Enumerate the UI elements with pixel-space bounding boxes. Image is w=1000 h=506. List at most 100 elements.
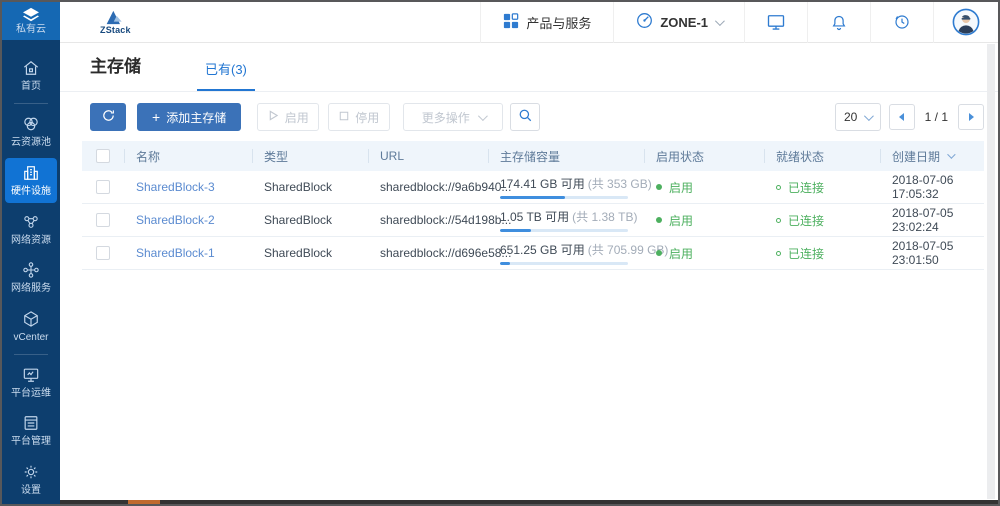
column-header-enable-state[interactable]: 启用状态: [644, 141, 764, 171]
sidebar: 私有云 首页 云资源池: [2, 2, 60, 504]
table-header: 名称 类型 URL 主存储容量 启用状态 就绪状态 创建日期: [82, 141, 984, 171]
sidebar-item-network-resources[interactable]: 网络资源: [2, 206, 60, 253]
storage-url: sharedblock://54d198b...: [368, 213, 488, 227]
sidebar-item-hardware[interactable]: 硬件设施: [5, 158, 57, 203]
created-date: 2018-07-06 17:05:32: [880, 173, 984, 201]
title-row: 主存储 已有(3): [60, 44, 998, 92]
primary-storage-table: 名称 类型 URL 主存储容量 启用状态 就绪状态 创建日期 SharedBlo…: [82, 141, 984, 270]
zone-selector[interactable]: ZONE-1: [614, 2, 744, 42]
disable-button[interactable]: 停用: [328, 103, 390, 131]
chevron-down-icon: [715, 16, 725, 26]
storage-name-link[interactable]: SharedBlock-1: [136, 246, 215, 260]
chevron-down-icon: [864, 111, 874, 121]
sidebar-item-cloud-pool[interactable]: 云资源池: [2, 108, 60, 155]
zone-icon: [636, 12, 653, 32]
status-dot-icon: [656, 184, 662, 190]
capacity-progress-bar: [500, 229, 628, 232]
vertical-scrollbar[interactable]: [987, 44, 995, 499]
history-button[interactable]: [871, 2, 933, 42]
row-checkbox[interactable]: [96, 246, 110, 260]
zstack-logo-text: ZStack: [100, 25, 131, 35]
search-icon: [518, 108, 533, 126]
storage-url: sharedblock://9a6b940...: [368, 180, 488, 194]
enable-button[interactable]: 启用: [257, 103, 319, 131]
row-checkbox[interactable]: [96, 213, 110, 227]
sidebar-item-home[interactable]: 首页: [2, 53, 60, 100]
column-header-type[interactable]: 类型: [252, 141, 368, 171]
console-button[interactable]: [745, 2, 807, 42]
sidebar-divider: [14, 354, 48, 355]
storage-capacity: 1.05 TB 可用(共 1.38 TB): [488, 208, 644, 232]
column-header-created[interactable]: 创建日期: [880, 141, 984, 171]
status-ring-icon: [776, 218, 781, 223]
zone-label: ZONE-1: [660, 15, 708, 30]
sidebar-item-network-services[interactable]: 网络服务: [2, 254, 60, 301]
arrow-right-icon: [969, 113, 974, 121]
enable-status: 启用: [644, 179, 764, 196]
storage-type: SharedBlock: [252, 246, 368, 260]
monitor-icon: [21, 365, 41, 388]
sidebar-divider: [14, 103, 48, 104]
row-checkbox[interactable]: [96, 180, 110, 194]
arrow-left-icon: [899, 113, 904, 121]
storage-name-link[interactable]: SharedBlock-2: [136, 213, 215, 227]
status-ring-icon: [776, 251, 781, 256]
top-bar: ZStack 产品与服务: [60, 2, 998, 43]
user-avatar[interactable]: [934, 2, 998, 42]
page-size-select[interactable]: 20: [835, 103, 881, 131]
column-header-capacity[interactable]: 主存储容量: [488, 141, 644, 171]
select-all-checkbox[interactable]: [96, 149, 110, 163]
ready-status: 已连接: [764, 212, 880, 229]
created-date: 2018-07-05 23:02:24: [880, 206, 984, 234]
sidebar-product-switcher[interactable]: 私有云: [2, 2, 60, 40]
document-icon: [21, 413, 41, 436]
status-ring-icon: [776, 185, 781, 190]
table-row[interactable]: SharedBlock-1 SharedBlock sharedblock://…: [82, 237, 984, 270]
plus-icon: +: [152, 110, 160, 124]
sidebar-product-label: 私有云: [16, 24, 46, 36]
capacity-progress-bar: [500, 262, 628, 265]
tab-existing[interactable]: 已有(3): [197, 59, 255, 91]
network-services-icon: [21, 260, 41, 283]
page-title: 主存储: [90, 52, 141, 91]
storage-type: SharedBlock: [252, 180, 368, 194]
play-icon: [268, 110, 279, 124]
sidebar-item-vcenter[interactable]: vCenter: [2, 303, 60, 350]
enable-status: 启用: [644, 212, 764, 229]
refresh-icon: [101, 108, 116, 126]
app-window: 私有云 首页 云资源池: [0, 0, 1000, 506]
cube-icon: [21, 309, 41, 332]
notifications-button[interactable]: [808, 2, 870, 42]
more-actions-button[interactable]: 更多操作: [403, 103, 503, 131]
sidebar-item-platform-mgmt[interactable]: 平台管理: [2, 408, 60, 455]
sort-icon: [947, 150, 955, 158]
search-button[interactable]: [510, 103, 540, 131]
layers-icon: [20, 7, 42, 23]
products-services-menu[interactable]: 产品与服务: [481, 2, 613, 42]
prev-page-button[interactable]: [889, 104, 915, 130]
stop-icon: [339, 110, 349, 124]
column-header-ready-state[interactable]: 就绪状态: [764, 141, 880, 171]
storage-type: SharedBlock: [252, 213, 368, 227]
table-row[interactable]: SharedBlock-3 SharedBlock sharedblock://…: [82, 171, 984, 204]
created-date: 2018-07-05 23:01:50: [880, 239, 984, 267]
resource-pool-icon: [21, 114, 41, 137]
add-primary-storage-button[interactable]: + 添加主存储: [137, 103, 241, 131]
grid-icon: [503, 13, 519, 32]
next-page-button[interactable]: [958, 104, 984, 130]
hardware-icon: [21, 163, 41, 186]
zstack-logo[interactable]: ZStack: [100, 9, 131, 35]
ready-status: 已连接: [764, 179, 880, 196]
column-header-url[interactable]: URL: [368, 141, 488, 171]
sidebar-item-platform-ops[interactable]: 平台运维: [2, 359, 60, 406]
capacity-progress-bar: [500, 196, 628, 199]
sidebar-item-settings[interactable]: 设置: [2, 456, 60, 503]
table-row[interactable]: SharedBlock-2 SharedBlock sharedblock://…: [82, 204, 984, 237]
refresh-button[interactable]: [90, 103, 126, 131]
storage-capacity: 651.25 GB 可用(共 705.99 GB): [488, 241, 644, 265]
storage-name-link[interactable]: SharedBlock-3: [136, 180, 215, 194]
home-icon: [21, 58, 41, 81]
gear-icon: [21, 462, 41, 485]
column-header-name[interactable]: 名称: [124, 141, 252, 171]
bottom-edge: [60, 500, 998, 504]
